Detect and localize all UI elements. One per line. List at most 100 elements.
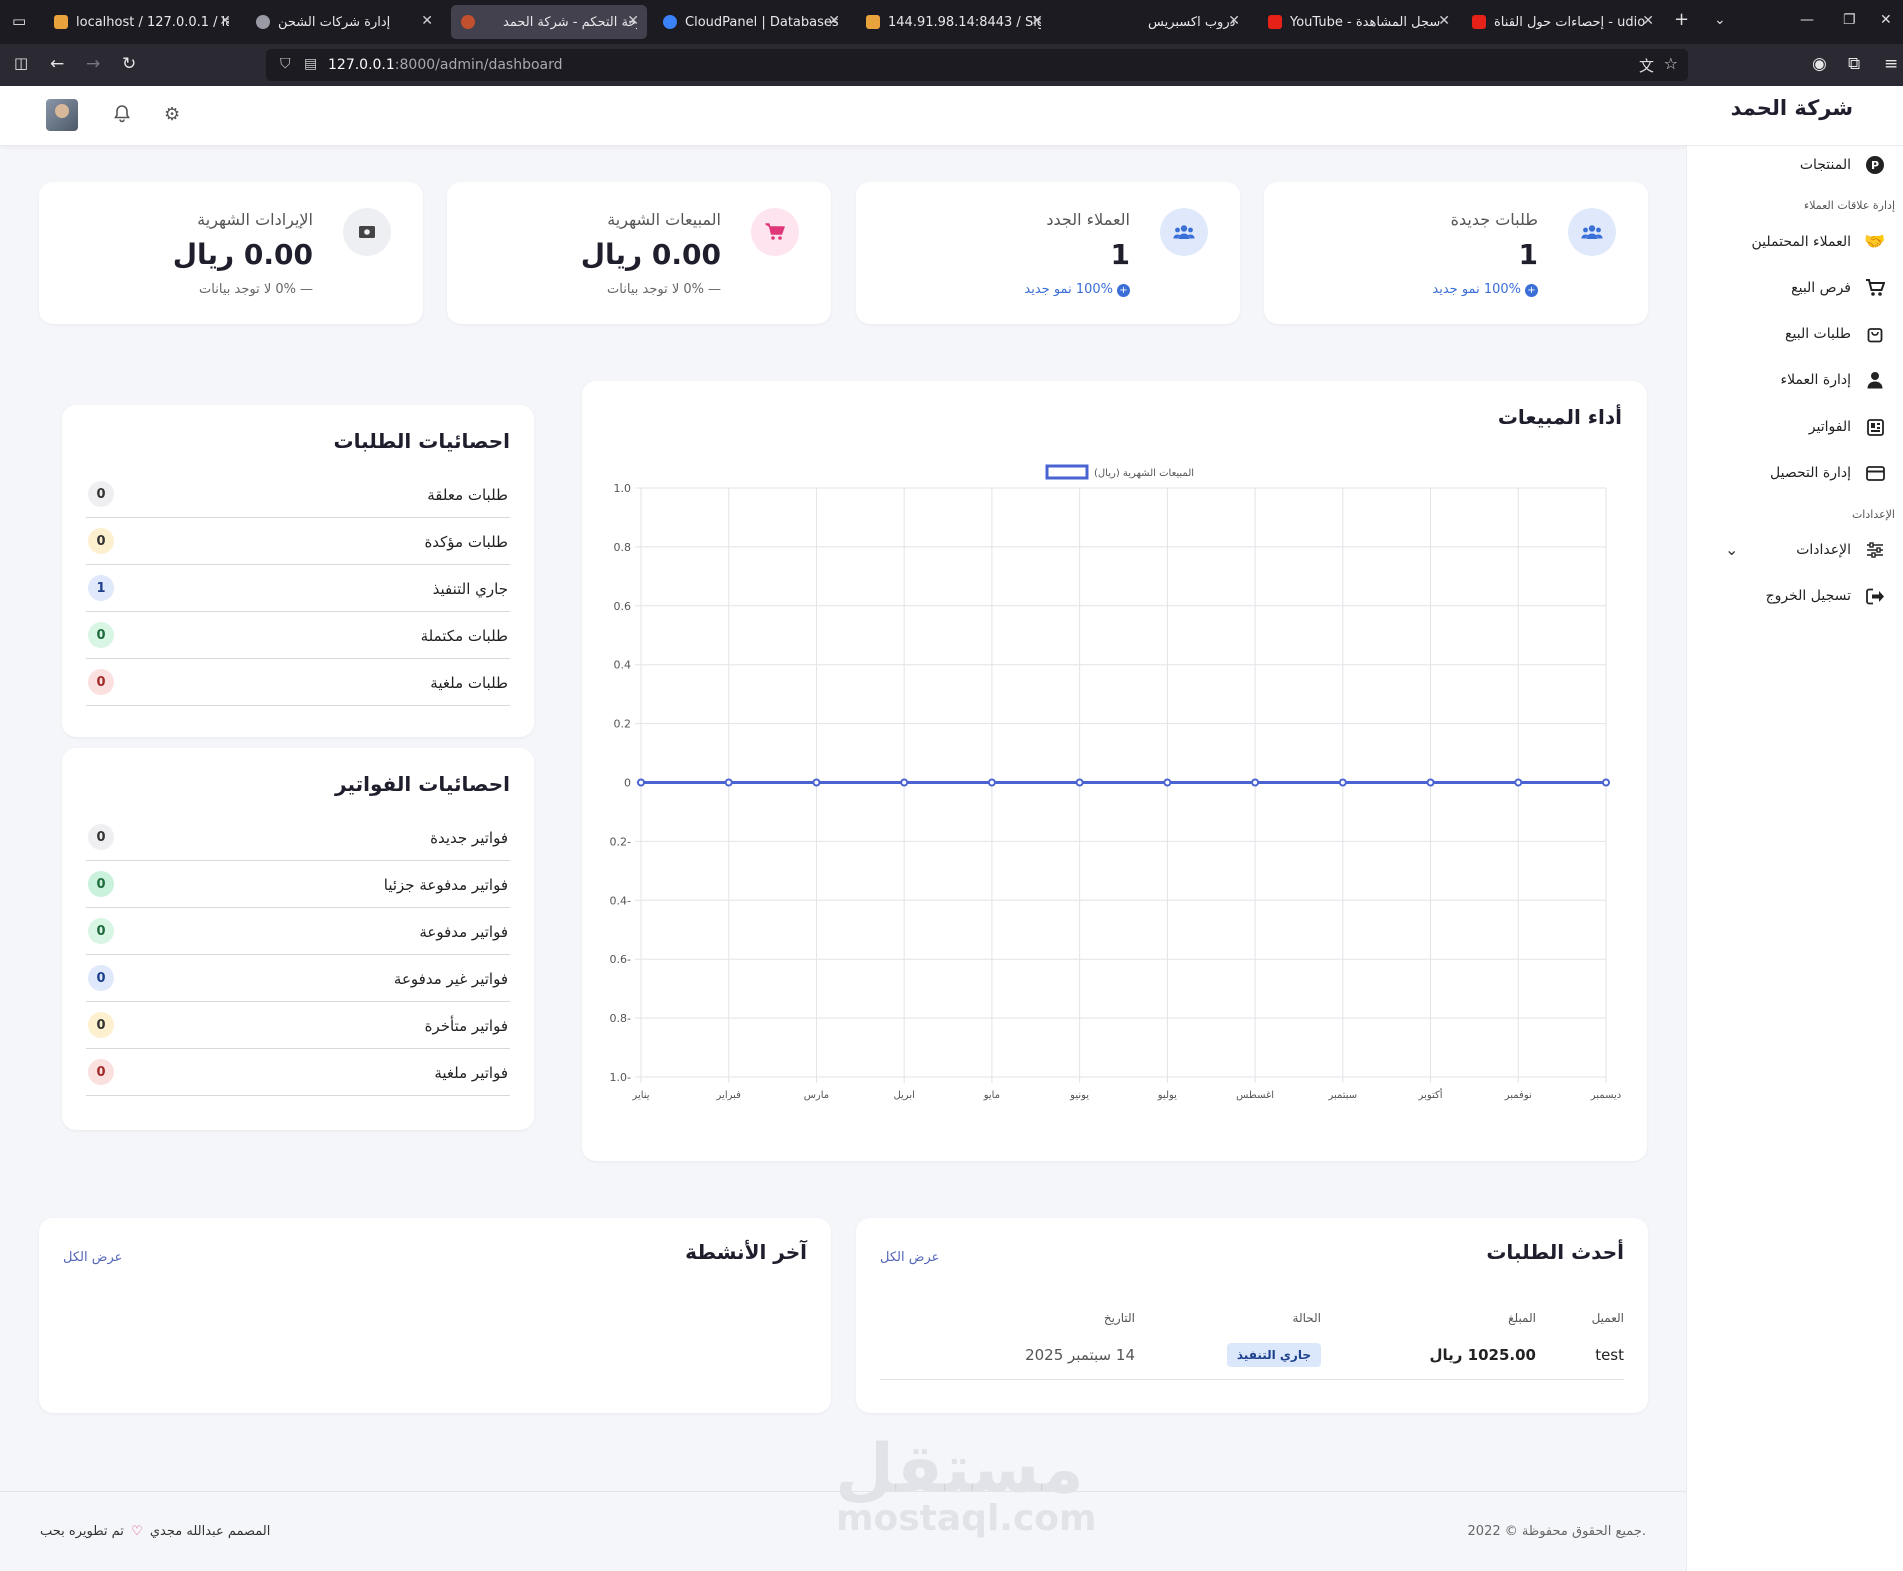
data-point (1251, 778, 1260, 787)
x-tick-label: نوفمبر (1504, 1090, 1532, 1101)
stat-trend: +100% نمو جديد (1432, 282, 1538, 297)
stat-label: العملاء الجدد (1046, 210, 1130, 229)
translate-icon[interactable]: 文 (1639, 55, 1654, 76)
row-label: فواتير جديدة (430, 829, 508, 847)
sidebar-item-opportunities[interactable]: فرص البيع (1791, 276, 1885, 300)
count-badge: 0 (88, 1012, 114, 1038)
row-label: طلبات معلقة (427, 486, 508, 504)
order-stat-row: طلبات معلقة 0 (86, 471, 510, 518)
browser-tab[interactable]: إدارة شركات الشحن ✕ (246, 5, 441, 39)
tab-favicon-icon (461, 15, 475, 29)
order-stat-row: طلبات مكتملة 0 (86, 612, 510, 659)
invoice-stat-row: فواتير ملغية 0 (86, 1049, 510, 1096)
logout-icon (1865, 586, 1885, 606)
order-stats-card: احصائيات الطلبات طلبات معلقة 0 طلبات مؤك… (62, 405, 534, 737)
data-point (1075, 778, 1084, 787)
stat-trend: +100% نمو جديد (1024, 282, 1130, 297)
order-stat-row: طلبات ملغية 0 (86, 659, 510, 706)
tab-close-icon[interactable]: ✕ (219, 13, 231, 29)
new-tab-icon[interactable]: + (1674, 9, 1689, 30)
y-tick-label: 0.4- (610, 894, 631, 907)
tab-overflow-chevron-icon[interactable]: ⌄ (1714, 12, 1726, 28)
trend-up-icon: + (1117, 284, 1130, 297)
data-point (1163, 778, 1172, 787)
sidebar-item-leads[interactable]: العملاء المحتملين 🤝 (1751, 230, 1885, 254)
count-badge: 0 (88, 871, 114, 897)
row-label: فواتير غير مدفوعة (393, 970, 508, 988)
data-point (900, 778, 909, 787)
notification-bell-icon[interactable] (113, 104, 131, 128)
recent-activity-view-all-link[interactable]: عرض الكل (63, 1250, 122, 1265)
browser-tab[interactable]: localhost / 127.0.0.1 / larav ✕ (44, 5, 239, 39)
url-bar[interactable]: ⛉ ▤ 127.0.0.1:8000/admin/dashboard 文 ☆ (266, 49, 1688, 81)
browser-tab[interactable]: 144.91.98.14:8443 / Signon ✕ (856, 5, 1051, 39)
row-label: فواتير متأخرة (424, 1017, 508, 1035)
trend-flat-icon: — (300, 282, 313, 297)
user-icon (1865, 370, 1885, 390)
tab-close-icon[interactable]: ✕ (1642, 13, 1654, 29)
data-point (1426, 778, 1435, 787)
settings-chevron-down-icon[interactable]: ⌄ (1725, 540, 1738, 559)
tab-close-icon[interactable]: ✕ (421, 13, 433, 29)
tab-close-icon[interactable]: ✕ (828, 13, 840, 29)
column-header-customer: العميل (1591, 1311, 1624, 1325)
y-tick-label: 0.2- (610, 835, 631, 848)
tab-close-icon[interactable]: ✕ (1438, 13, 1450, 29)
shield-icon[interactable]: ⛉ (280, 56, 291, 72)
recent-orders-view-all-link[interactable]: عرض الكل (880, 1250, 939, 1265)
browser-tab-active[interactable]: لوحة التحكم - شركة الحمد ✕ (451, 5, 647, 39)
menu-icon[interactable]: ≡ (1884, 54, 1898, 74)
sidebar-section-crm: إدارة علاقات العملاء (1804, 199, 1895, 212)
extensions-icon[interactable]: ⧉ (1848, 54, 1860, 74)
back-icon[interactable]: ← (50, 54, 64, 74)
count-badge: 0 (88, 1059, 114, 1085)
page-info-icon[interactable]: ▤ (304, 56, 317, 72)
tab-close-icon[interactable]: ✕ (627, 13, 639, 29)
tab-close-icon[interactable]: ✕ (1228, 13, 1240, 29)
account-icon[interactable]: ◉ (1812, 54, 1827, 74)
recent-orders-card: أحدث الطلبات عرض الكل العميل المبلغ الحا… (856, 1218, 1648, 1413)
tab-close-icon[interactable]: ✕ (1031, 13, 1043, 29)
browser-nav-bar: ◫ ← → ↻ ⛉ ▤ 127.0.0.1:8000/admin/dashboa… (0, 44, 1903, 86)
data-point (637, 778, 645, 787)
tab-title: إدارة شركات الشحن (278, 14, 391, 30)
data-point (812, 778, 821, 787)
browser-tab[interactable]: دروب اكسبريس ✕ (1138, 5, 1248, 39)
sidebar-item-invoices[interactable]: الفواتير (1809, 415, 1885, 439)
order-stats-title: احصائيات الطلبات (333, 429, 510, 453)
browser-tab[interactable]: YouTube - سجل المشاهدة ✕ (1258, 5, 1458, 39)
sidebar-item-settings[interactable]: الإعدادات (1796, 538, 1885, 562)
sidebar-item-products[interactable]: المنتجات P (1800, 153, 1885, 177)
user-avatar[interactable] (46, 99, 78, 131)
settings-gear-icon[interactable]: ⚙ (164, 104, 180, 125)
stat-value: 1 (1518, 238, 1538, 271)
sidebar-item-label: إدارة التحصيل (1770, 465, 1851, 481)
sidebar-item-collections[interactable]: إدارة التحصيل (1770, 461, 1885, 485)
stat-note: 100% نمو جديد (1432, 282, 1521, 297)
close-window-icon[interactable]: ✕ (1880, 12, 1892, 28)
y-tick-label: 0 (624, 777, 631, 790)
sliders-icon (1865, 540, 1885, 560)
sidebar-item-customers[interactable]: إدارة العملاء (1781, 368, 1886, 392)
y-tick-label: 0.2 (614, 718, 632, 731)
sidebar-item-sales-orders[interactable]: طلبات البيع (1785, 322, 1885, 346)
minimize-icon[interactable]: — (1800, 12, 1814, 28)
browser-tab[interactable]: إحصاءات حول القناة - udio ✕ (1462, 5, 1662, 39)
x-tick-label: اغسطس (1236, 1090, 1274, 1101)
restore-icon[interactable]: ❐ (1843, 12, 1856, 28)
tab-title: localhost / 127.0.0.1 / larav (76, 14, 229, 30)
tab-title: لوحة التحكم - شركة الحمد (503, 14, 637, 30)
bookmark-star-icon[interactable]: ☆ (1664, 54, 1678, 73)
sidebar-item-logout[interactable]: تسجيل الخروج (1766, 584, 1885, 608)
sidebar-toggle-icon[interactable]: ◫ (14, 54, 28, 72)
tab-favicon-icon (256, 15, 270, 29)
reload-icon[interactable]: ↻ (122, 54, 136, 74)
url-path: :8000/admin/dashboard (394, 57, 563, 73)
browser-tab[interactable]: CloudPanel | Databases ✕ (653, 5, 848, 39)
invoice-stats-title: احصائيات الفواتير (335, 772, 510, 796)
forward-icon[interactable]: → (86, 54, 100, 74)
table-row[interactable]: test 1025.00 ريال جاري التنفيذ 14 سبتمبر… (880, 1330, 1624, 1380)
footer-made-with: تم تطويره بحب (40, 1524, 124, 1539)
tab-list-icon[interactable]: ▭ (12, 12, 26, 30)
stat-note: 0% لا توجد بيانات (199, 282, 296, 297)
